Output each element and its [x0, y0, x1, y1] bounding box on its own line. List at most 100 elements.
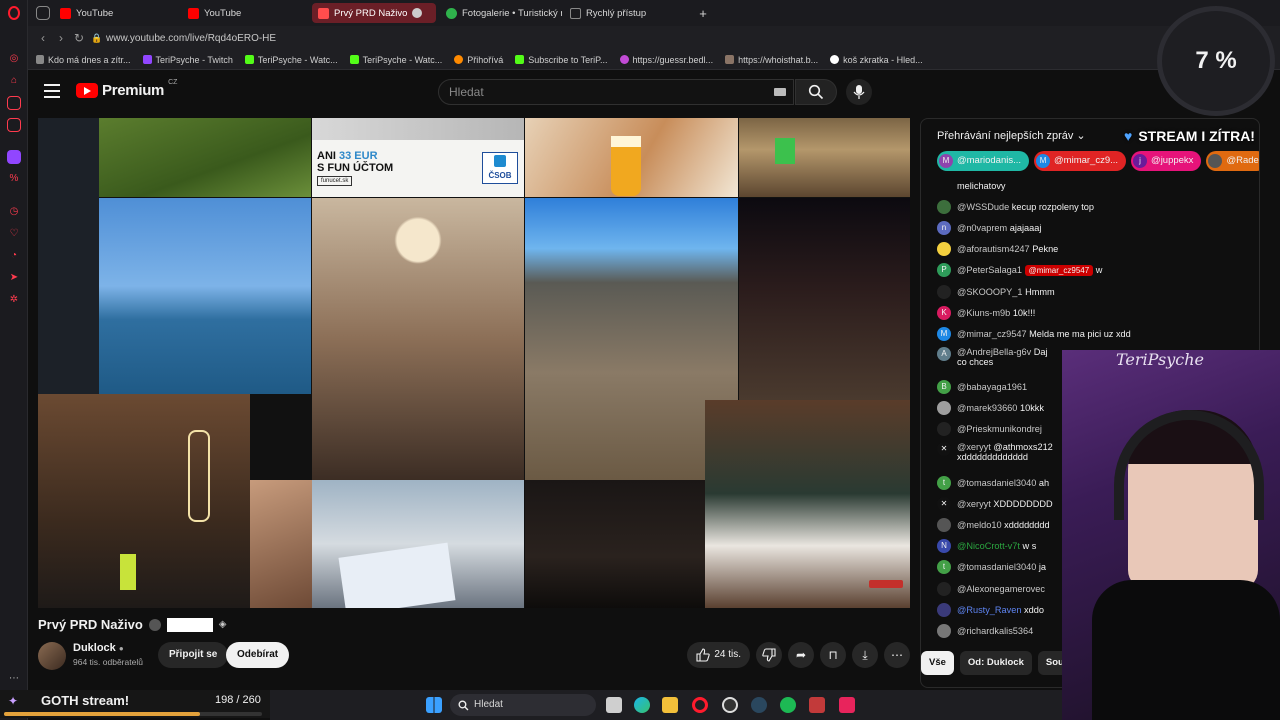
join-button[interactable]: Připojit se: [158, 642, 229, 668]
chat-avatar[interactable]: N: [937, 539, 951, 554]
ticker-item[interactable]: j @juppekx: [1131, 151, 1202, 171]
tab-active-stream[interactable]: Prvý PRD Naživo: [312, 3, 436, 23]
ticker-item[interactable]: M @mariodanis...: [937, 151, 1030, 171]
like-button[interactable]: 24 tis.: [687, 642, 750, 668]
tab-youtube-1[interactable]: YouTube: [54, 3, 176, 23]
chat-message[interactable]: n @n0vaprem ajajaaaj: [937, 217, 1257, 238]
chat-avatar[interactable]: [937, 422, 951, 437]
history-icon[interactable]: ◷: [7, 205, 21, 219]
chat-avatar[interactable]: [937, 602, 951, 617]
spotify-icon[interactable]: [780, 697, 796, 713]
taskbar-search[interactable]: Hledat: [450, 694, 596, 716]
bookmark-item[interactable]: Kdo má dnes a zítr...: [36, 55, 131, 65]
tab-menu-icon[interactable]: [36, 6, 50, 20]
chat-username[interactable]: @Rusty_Raven: [957, 605, 1021, 615]
bookmark-item[interactable]: koš zkratka - Hled...: [830, 55, 923, 65]
chat-username[interactable]: @babayaga1961: [957, 382, 1027, 392]
send-icon[interactable]: ➤: [7, 271, 21, 285]
channel-avatar[interactable]: [38, 642, 66, 670]
task-view-icon[interactable]: [606, 697, 622, 713]
chat-username[interactable]: @NicoCrott-v7t: [957, 541, 1020, 551]
pinboard-icon[interactable]: %: [7, 172, 21, 186]
chat-username[interactable]: @xeryyt: [957, 442, 991, 452]
chat-username[interactable]: @PeterSalaga1: [957, 265, 1022, 275]
chat-avatar[interactable]: [937, 242, 951, 257]
video-player[interactable]: ANI 33 EUR S FUN ÚČTOM funucet.sk ČSOB: [38, 118, 910, 608]
chat-username[interactable]: @tomasdaniel3040: [957, 478, 1036, 488]
chat-message[interactable]: @WSSDude kecup rozpoleny top: [937, 196, 1257, 217]
chat-message[interactable]: melichatovy: [937, 175, 1257, 196]
chat-username[interactable]: @meldo10: [957, 520, 1002, 530]
streamer-app-icon[interactable]: [809, 697, 825, 713]
bookmark-item[interactable]: https://whoisthat.b...: [725, 55, 818, 65]
chat-username[interactable]: @marek93660: [957, 403, 1017, 413]
youtube-logo[interactable]: Premium CZ: [76, 79, 177, 99]
heart-icon[interactable]: ♡: [7, 227, 21, 241]
download-button[interactable]: ⤓: [852, 642, 878, 668]
chat-tab-from-owner[interactable]: Od: Duklock: [959, 651, 1032, 675]
chat-avatar[interactable]: B: [937, 380, 951, 395]
bookmark-item[interactable]: TeriPsyche - Watc...: [244, 55, 338, 65]
forward-icon[interactable]: ›: [52, 31, 70, 45]
steam-icon[interactable]: [751, 697, 767, 713]
windows-start-icon[interactable]: [426, 697, 442, 713]
save-button[interactable]: ⊓: [820, 642, 846, 668]
chat-username[interactable]: @Prieskmunikondrej: [957, 424, 1042, 434]
obs-icon[interactable]: [722, 697, 738, 713]
chat-avatar[interactable]: [937, 401, 951, 416]
messenger-icon[interactable]: ⌂: [7, 74, 21, 88]
back-icon[interactable]: ‹: [34, 31, 52, 45]
subscribe-button[interactable]: Odebírat: [226, 642, 290, 668]
chat-message[interactable]: K @Kiuns-m9b 10k!!!: [937, 302, 1257, 323]
chat-mode-dropdown[interactable]: Přehrávání nejlepších zpráv ⌄: [937, 129, 1086, 142]
chat-username[interactable]: @xeryyt: [957, 499, 991, 509]
bookmark-item[interactable]: Přihořívá: [454, 55, 503, 65]
chat-avatar[interactable]: t: [937, 475, 951, 490]
opera-taskbar-icon[interactable]: [692, 697, 708, 713]
ticker-item[interactable]: @Rade: [1206, 151, 1259, 171]
bookmark-item[interactable]: https://guessr.bedl...: [619, 55, 713, 65]
chat-avatar[interactable]: ✕: [937, 442, 951, 457]
chat-username[interactable]: @tomasdaniel3040: [957, 562, 1036, 572]
speed-dial-icon[interactable]: ◎: [7, 52, 21, 66]
search-button[interactable]: [795, 79, 837, 105]
dislike-button[interactable]: [756, 642, 782, 668]
tab-fotogalerie[interactable]: Fotogalerie • Turistický ro: [440, 3, 562, 23]
chat-avatar[interactable]: [937, 284, 951, 299]
player-icon[interactable]: [7, 118, 21, 132]
file-explorer-icon[interactable]: [662, 697, 678, 713]
chat-avatar[interactable]: K: [937, 305, 951, 320]
bookmark-item[interactable]: TeriPsyche - Watc...: [349, 55, 442, 65]
edge-icon[interactable]: [634, 697, 650, 713]
instagram-icon[interactable]: [7, 96, 21, 110]
chat-avatar[interactable]: t: [937, 560, 951, 575]
chat-avatar[interactable]: [937, 518, 951, 533]
chat-avatar[interactable]: [937, 623, 951, 638]
new-tab-button[interactable]: +: [694, 3, 712, 23]
chat-username[interactable]: @n0vaprem: [957, 223, 1007, 233]
settings-icon[interactable]: ✲: [7, 293, 21, 307]
chat-username[interactable]: @AndrejBella-g6v: [957, 347, 1031, 357]
chat-message[interactable]: M @mimar_cz9547 Melda me ma pici uz xdd: [937, 323, 1257, 344]
chat-username[interactable]: @Alexonegamerovec: [957, 584, 1045, 594]
chat-avatar[interactable]: [937, 199, 951, 214]
share-button[interactable]: ➦: [788, 642, 814, 668]
chat-mention[interactable]: @mimar_cz9547: [1024, 265, 1094, 277]
reload-icon[interactable]: ↻: [70, 31, 88, 45]
chat-message[interactable]: @aforautism4247 Pekne: [937, 239, 1257, 260]
voice-search-button[interactable]: [846, 79, 872, 105]
opera-logo-icon[interactable]: [8, 6, 20, 20]
chat-avatar[interactable]: n: [937, 220, 951, 235]
audio-playing-icon[interactable]: [412, 8, 423, 18]
chat-tab-all[interactable]: Vše: [921, 651, 954, 675]
more-actions-button[interactable]: ⋯: [884, 642, 910, 668]
chat-avatar[interactable]: P: [937, 263, 951, 278]
more-icon[interactable]: ⋯: [7, 672, 21, 686]
chat-avatar[interactable]: M: [937, 326, 951, 341]
search-input[interactable]: Hledat: [438, 79, 794, 105]
chat-message[interactable]: P @PeterSalaga1 @mimar_cz9547 w: [937, 260, 1257, 281]
bookmark-item[interactable]: TeriPsyche - Twitch: [142, 55, 233, 65]
tiktok-icon[interactable]: [839, 697, 855, 713]
chat-username[interactable]: @richardkalis5364: [957, 626, 1033, 636]
chat-avatar[interactable]: [937, 581, 951, 596]
